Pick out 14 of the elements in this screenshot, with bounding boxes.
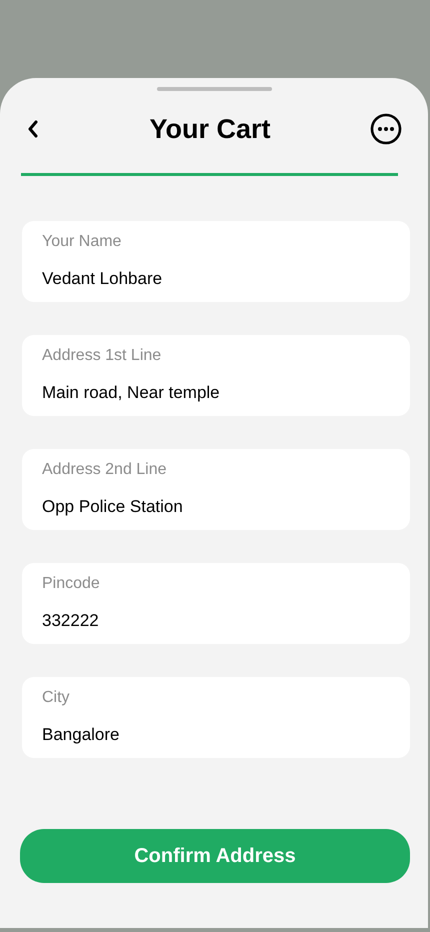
input-field[interactable]: Main road, Near temple — [42, 383, 390, 403]
field-label: Pincode — [42, 574, 101, 594]
input-field[interactable]: 332222 — [42, 611, 390, 631]
field-label: Address 1st Line — [42, 346, 162, 366]
field-label: Address 2nd Line — [42, 460, 168, 480]
more-icon[interactable] — [370, 113, 402, 145]
back-icon[interactable] — [26, 120, 40, 138]
input-field[interactable]: Vedant Lohbare — [42, 269, 390, 289]
page-title: Your Cart — [149, 112, 270, 146]
drag-handle[interactable] — [156, 87, 272, 91]
input-field[interactable]: Bangalore — [42, 725, 390, 745]
field-label: Your Name — [42, 232, 122, 252]
field-label: City — [42, 688, 71, 708]
input-field[interactable]: Opp Police Station — [42, 497, 390, 517]
